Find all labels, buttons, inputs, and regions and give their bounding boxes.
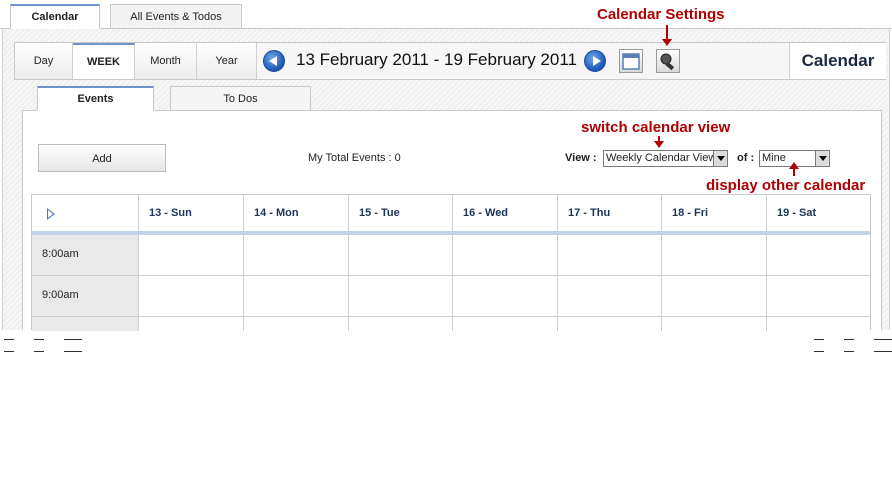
annotation-display-other: display other calendar [706,177,866,194]
time-label-partial [32,317,138,331]
of-label: of : [737,152,755,164]
time-slot[interactable] [138,317,243,331]
view-week-tab[interactable]: WEEK [73,43,135,79]
time-slot[interactable] [348,235,452,276]
day-header[interactable]: 13 - Sun [138,195,243,231]
arrow-left-icon [269,56,277,66]
calendar-view-value: Weekly Calendar View [606,152,717,164]
previous-week-button[interactable] [263,50,285,72]
tab-todos[interactable]: To Dos [170,86,311,111]
expand-toggle[interactable] [32,195,138,231]
time-slot[interactable] [452,317,557,331]
tab-events[interactable]: Events [37,86,154,111]
calendar-title: Calendar [789,43,886,79]
cut-mark [64,339,82,340]
time-slot[interactable] [138,276,243,317]
annotation-arrow-view [654,136,664,148]
view-month-tab[interactable]: Month [135,43,197,79]
cut-mark [4,339,14,340]
add-event-button[interactable]: Add [38,144,166,172]
cut-mark [64,351,82,352]
time-slot[interactable] [766,317,870,331]
day-header[interactable]: 18 - Fri [661,195,766,231]
time-slot[interactable] [766,235,870,276]
calendar-owner-value: Mine [762,152,786,164]
annotation-arrow-other [789,162,799,176]
chevron-down-icon [713,151,727,166]
time-slot[interactable] [661,276,766,317]
time-slot[interactable] [557,235,661,276]
week-grid-header: 13 - Sun 14 - Mon 15 - Tue 16 - Wed 17 -… [32,195,870,235]
time-slot[interactable] [348,317,452,331]
date-range: 13 February 2011 - 19 February 2011 [296,50,577,69]
time-slot[interactable] [243,276,348,317]
play-icon [47,208,55,220]
next-week-button[interactable] [584,50,606,72]
time-slot[interactable] [557,276,661,317]
cut-mark [844,351,854,352]
cut-mark [34,351,44,352]
annotation-calendar-settings: Calendar Settings [597,6,725,23]
cut-mark [814,351,824,352]
arrow-right-icon [593,56,601,66]
day-header[interactable]: 14 - Mon [243,195,348,231]
week-grid: 13 - Sun 14 - Mon 15 - Tue 16 - Wed 17 -… [31,194,871,331]
day-header[interactable]: 19 - Sat [766,195,870,231]
tab-calendar[interactable]: Calendar [10,4,100,29]
cut-mark [814,339,824,340]
cut-mark [874,351,892,352]
annotation-switch-view: switch calendar view [581,119,731,136]
day-header[interactable]: 15 - Tue [348,195,452,231]
view-year-tab[interactable]: Year [197,43,257,79]
calendar-icon [622,53,640,70]
time-slot[interactable] [452,235,557,276]
total-events-count: My Total Events : 0 [308,152,401,164]
time-label: 9:00am [32,276,138,317]
cut-mark [34,339,44,340]
time-slot[interactable] [661,317,766,331]
time-slot[interactable] [557,317,661,331]
time-slot[interactable] [766,276,870,317]
settings-icon [660,53,675,71]
time-label: 8:00am [32,235,138,276]
tab-all-events-todos[interactable]: All Events & Todos [110,4,242,29]
time-slot[interactable] [243,317,348,331]
view-label: View : [565,152,597,164]
time-slot[interactable] [348,276,452,317]
time-slot[interactable] [452,276,557,317]
time-slot[interactable] [138,235,243,276]
view-day-tab[interactable]: Day [15,43,73,79]
calendar-picker-button[interactable] [619,49,643,73]
calendar-settings-button[interactable] [656,49,680,73]
cut-mark [874,339,892,340]
cut-mark [844,339,854,340]
annotation-arrow-settings [662,25,672,46]
time-slot[interactable] [661,235,766,276]
chevron-down-icon [815,151,829,166]
day-header[interactable]: 16 - Wed [452,195,557,231]
calendar-view-select[interactable]: Weekly Calendar View [603,150,728,167]
day-header[interactable]: 17 - Thu [557,195,661,231]
time-slot[interactable] [243,235,348,276]
cut-mark [4,351,14,352]
